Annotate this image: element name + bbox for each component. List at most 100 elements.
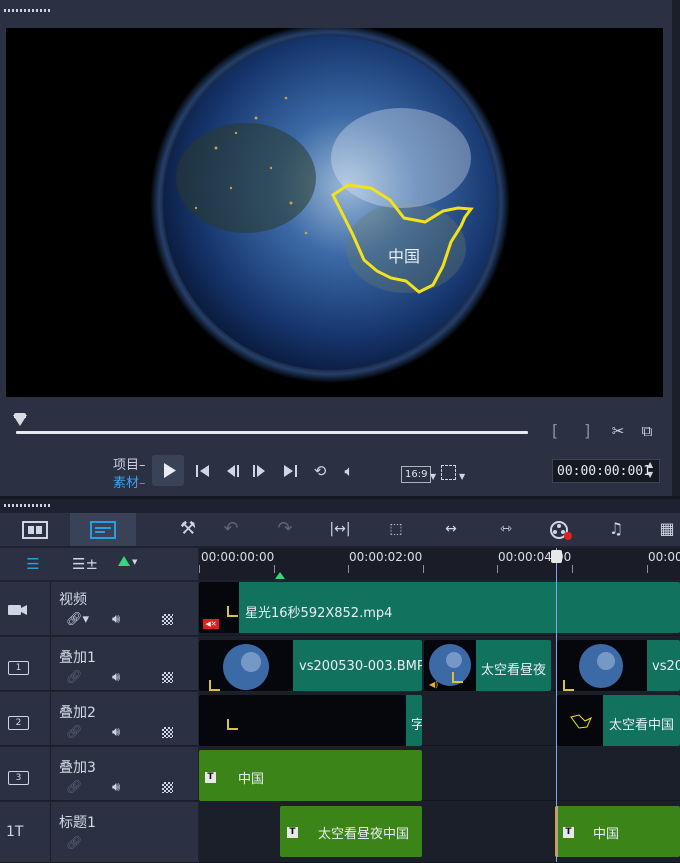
redo-icon[interactable]: ↷ — [272, 517, 298, 541]
mode-clip[interactable]: 素材– — [113, 472, 146, 491]
home-button[interactable] — [193, 459, 213, 486]
panel-grip[interactable] — [4, 9, 50, 12]
audio-mixer-icon[interactable]: ♫ — [602, 517, 630, 541]
title-clip[interactable]: T 中国 — [199, 750, 422, 801]
mark-out-button[interactable]: ] — [584, 421, 590, 440]
chapter-marker-icon[interactable] — [118, 556, 130, 566]
link-icon[interactable]: 🔗︎ — [66, 780, 83, 795]
tools-icon[interactable]: ⚒ — [175, 517, 201, 541]
scrub-handle-pointer[interactable] — [13, 415, 27, 426]
fit-project-icon[interactable]: ⬚ — [382, 517, 410, 541]
panel-divider — [672, 0, 680, 496]
track-header-title1[interactable] — [0, 802, 198, 863]
previous-frame-button[interactable] — [223, 459, 243, 486]
mute-icon[interactable]: 🔊︎ — [112, 780, 120, 795]
end-button[interactable] — [280, 459, 300, 486]
overlay-clip[interactable]: vs200530-003.BMP — [199, 640, 422, 691]
panel-grip[interactable] — [4, 504, 50, 507]
ruler-tick — [572, 565, 573, 573]
overlay-clip[interactable]: vs20 — [557, 640, 680, 691]
clip-type-icon — [563, 680, 574, 691]
chevron-down-icon[interactable]: ▼ — [132, 558, 137, 566]
clip-label: 太空看昼夜中国 — [318, 827, 410, 842]
mute-icon[interactable]: 🔊︎ — [112, 670, 120, 685]
link-icon[interactable]: 🔗︎▾ — [66, 612, 89, 627]
timeline-view-button[interactable] — [90, 520, 116, 543]
link-icon[interactable]: 🔗︎ — [66, 836, 83, 851]
crop-tool-icon[interactable] — [441, 465, 456, 480]
playhead-handle[interactable] — [551, 550, 562, 563]
next-frame-button[interactable] — [249, 459, 269, 486]
mosaic-icon[interactable] — [162, 782, 173, 793]
track-header-video[interactable] — [0, 582, 198, 636]
overlay-track-icon: 1 — [8, 661, 29, 675]
earth-image: 中国 — [150, 28, 510, 383]
clip-label: 中国 — [238, 772, 265, 787]
video-track-icon — [8, 603, 28, 620]
play-button[interactable] — [152, 455, 184, 486]
link-icon[interactable]: 🔗︎ — [66, 670, 83, 685]
clip-type-icon — [452, 672, 463, 683]
fit-timeline-icon[interactable]: |↔| — [326, 517, 354, 541]
mute-icon[interactable]: 🔊︎ — [112, 725, 120, 740]
clip-label: 字 — [411, 718, 422, 733]
timecode-display[interactable]: 00:00:00:001 — [552, 459, 660, 483]
ruler-tick — [348, 565, 349, 573]
skip-start-icon — [196, 465, 209, 477]
title-clip-selected[interactable]: T 中国 — [555, 806, 680, 857]
chevron-down-icon[interactable]: ▼ — [459, 472, 465, 481]
ruler-tick — [423, 565, 424, 573]
playhead-line[interactable] — [556, 548, 557, 862]
ruler-label: 00:00 — [648, 550, 680, 564]
clip-type-icon — [209, 680, 220, 691]
track-name: 叠加3 — [59, 760, 96, 776]
mark-in-button[interactable]: [ — [552, 421, 558, 440]
chevron-down-icon[interactable]: ▼ — [430, 472, 436, 481]
clip-label: 太空看中国 — [609, 718, 675, 733]
skip-end-icon — [284, 465, 297, 477]
enlarge-preview-icon[interactable]: ⧉ — [636, 419, 658, 443]
ripple-edit-icon[interactable]: ↔ — [437, 517, 465, 541]
ruler-tick — [199, 565, 200, 573]
chapter-marker[interactable] — [275, 572, 285, 579]
clip-label: 太空看昼夜 — [481, 663, 547, 678]
step-back-icon — [227, 465, 239, 477]
muted-audio-icon: ◀✕ — [203, 619, 219, 629]
play-icon — [164, 463, 176, 478]
mosaic-icon[interactable] — [162, 672, 173, 683]
clip-type-icon — [227, 606, 238, 617]
title-clip[interactable]: T 太空看昼夜中国 — [280, 806, 422, 857]
multi-camera-icon[interactable]: ▦ — [654, 517, 680, 541]
add-track-icon[interactable]: ☰± — [72, 552, 98, 576]
aspect-ratio-selector[interactable]: 16:9 — [401, 466, 432, 483]
overlay-clip[interactable]: ◀) 太空看昼夜 — [424, 640, 551, 691]
overlay-track-icon: 3 — [8, 771, 29, 785]
film-reel-icon — [550, 521, 572, 540]
timeline-icon — [90, 521, 116, 539]
trim-icon[interactable]: ⇿ — [492, 517, 520, 541]
scrub-bar[interactable] — [16, 431, 528, 434]
split-clip-icon[interactable]: ✂ — [607, 419, 629, 443]
mode-project[interactable]: 项目– — [113, 454, 146, 473]
video-preview[interactable]: 中国 — [6, 28, 663, 397]
video-clip[interactable]: ◀✕ 星光16秒592X852.mp4 — [199, 582, 680, 633]
overlay-clip[interactable]: 太空看中国 — [557, 695, 680, 746]
undo-icon[interactable]: ↶ — [218, 517, 244, 541]
mosaic-icon[interactable] — [162, 727, 173, 738]
overlay-clip[interactable]: 字 — [199, 695, 422, 746]
track-manager-icon[interactable]: ☰ — [20, 552, 46, 576]
mute-icon[interactable]: 🔊︎ — [112, 612, 120, 627]
title-type-icon: T — [287, 827, 298, 838]
storyboard-view-button[interactable] — [22, 520, 48, 543]
link-icon[interactable]: 🔗︎ — [66, 725, 83, 740]
title-type-icon: T — [205, 772, 216, 783]
ruler-label: 00:00:02:00 — [349, 550, 423, 564]
timecode-stepper[interactable]: ▲ ▼ — [647, 460, 653, 480]
record-capture-button[interactable] — [548, 519, 574, 544]
overlay-title-text: 中国 — [388, 247, 420, 266]
overlay-track-icon: 2 — [8, 716, 29, 730]
clip-type-icon — [227, 719, 238, 730]
volume-icon[interactable]: 🔈︎ — [337, 459, 361, 483]
mosaic-icon[interactable] — [162, 614, 173, 625]
repeat-icon[interactable]: ⟲ — [308, 459, 332, 483]
